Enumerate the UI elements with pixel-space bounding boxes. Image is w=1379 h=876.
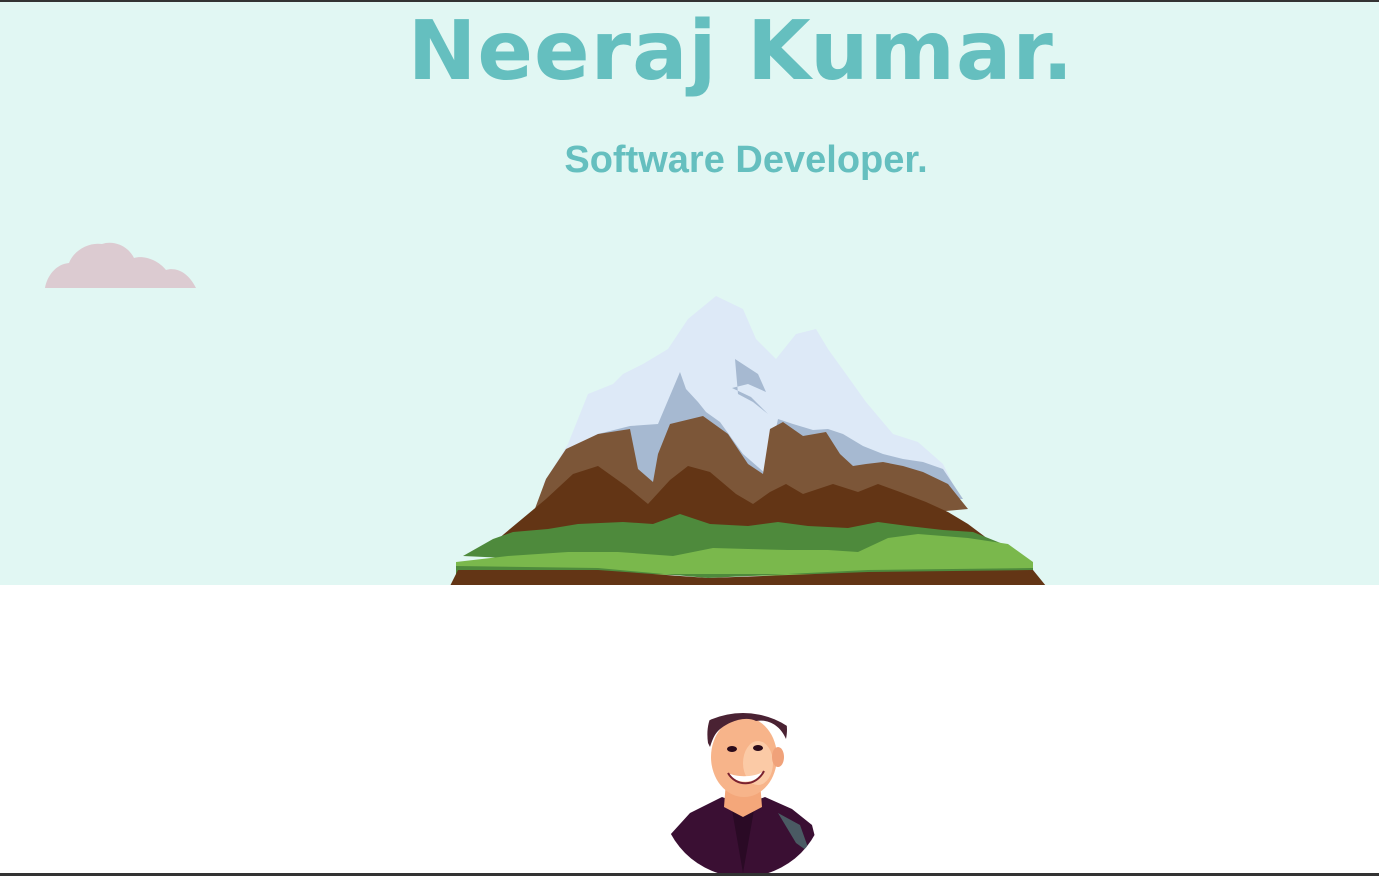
cloud-icon [45, 242, 196, 288]
mountain-illustration [450, 296, 1046, 585]
hero-subtitle: Software Developer. [564, 139, 928, 181]
about-section [0, 585, 1379, 873]
profile-photo [661, 713, 825, 873]
hero-name: Neeraj Kumar. [407, 4, 1075, 99]
hero-section: Neeraj Kumar. Software Developer. [0, 2, 1379, 585]
